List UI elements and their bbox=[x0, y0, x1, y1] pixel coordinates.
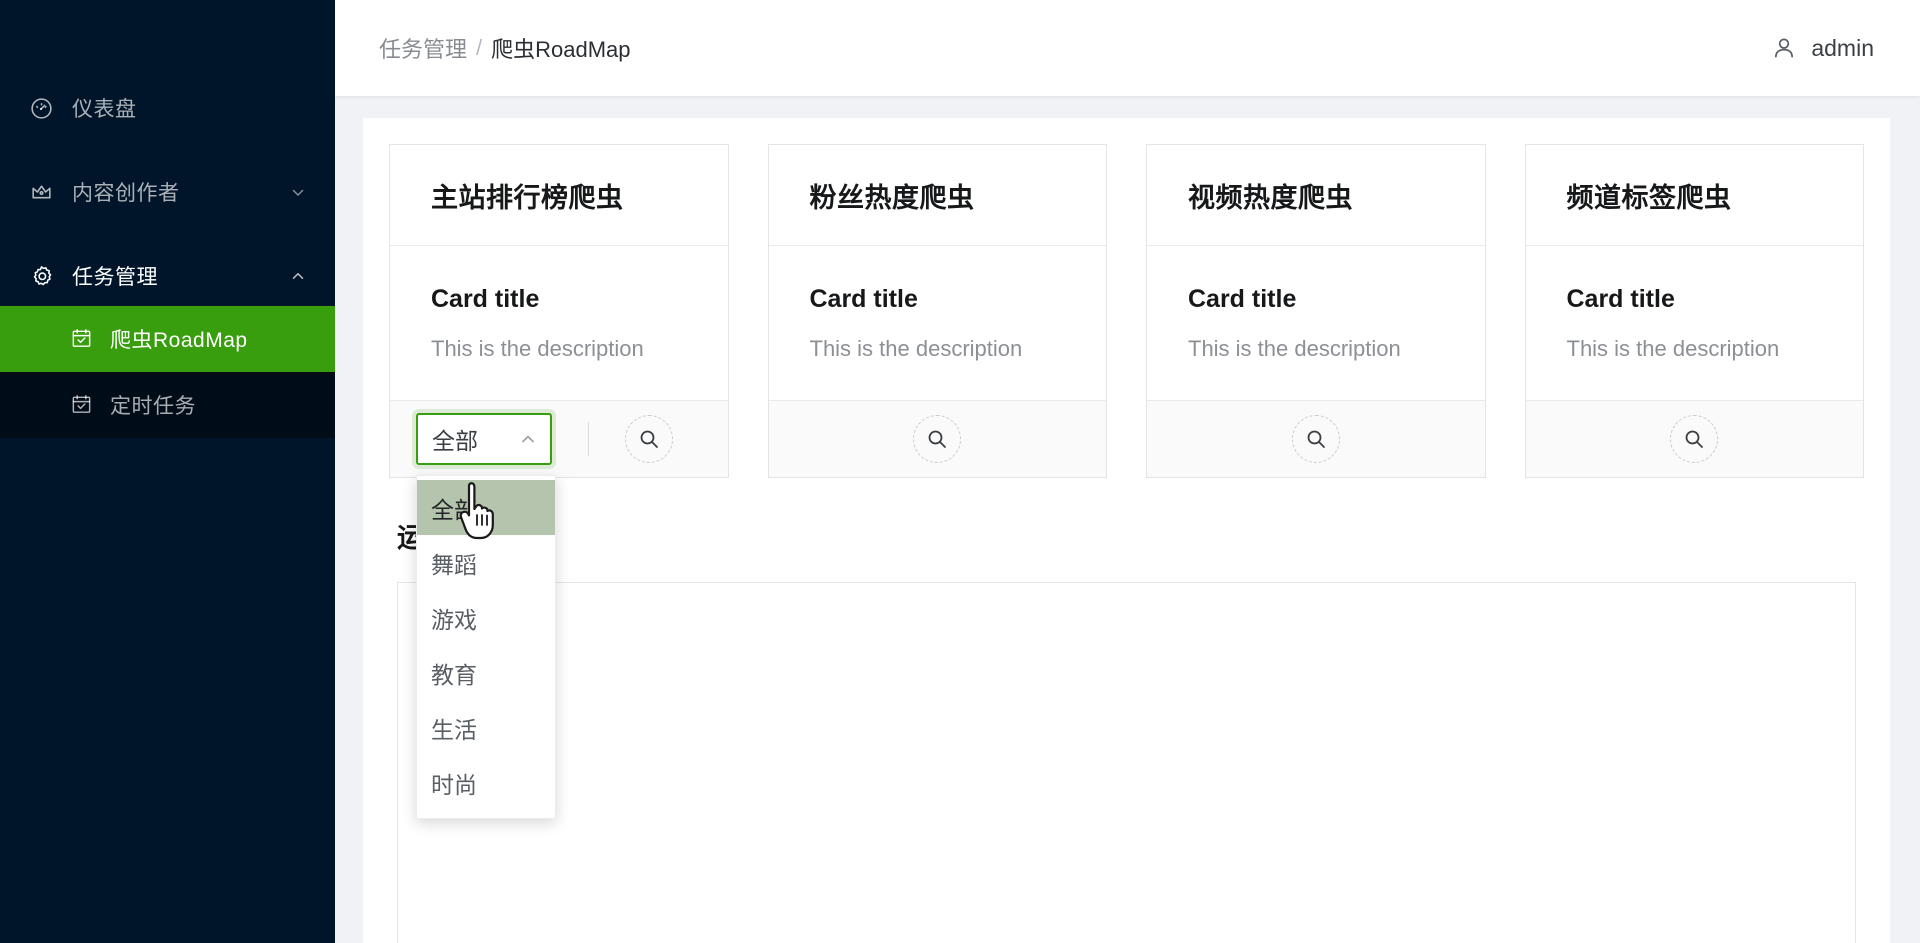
category-select-wrap: 全部 全部 舞蹈 游戏 教育 生活 时尚 bbox=[416, 413, 556, 819]
content-region: 主站排行榜爬虫 Card title This is the descripti… bbox=[335, 96, 1920, 943]
sidebar: 仪表盘 内容创作者 任务管理 爬虫RoadMap 定时任务 bbox=[0, 0, 335, 943]
sidebar-submenu-task-management: 爬虫RoadMap 定时任务 bbox=[0, 306, 335, 438]
sidebar-item-content-creator[interactable]: 内容创作者 bbox=[0, 162, 335, 222]
sidebar-item-crawler-roadmap[interactable]: 爬虫RoadMap bbox=[0, 306, 335, 372]
card-actions bbox=[1147, 401, 1485, 477]
category-select-value: 全部 bbox=[432, 428, 478, 454]
card-description: This is the description bbox=[1566, 336, 1780, 361]
card-header: 主站排行榜爬虫 bbox=[390, 145, 728, 246]
card-description: This is the description bbox=[809, 336, 1023, 361]
sidebar-item-label: 任务管理 bbox=[72, 266, 158, 289]
card-actions: 全部 全部 舞蹈 游戏 教育 生活 时尚 bbox=[390, 401, 728, 819]
card-fan-heat: 粉丝热度爬虫 Card title This is the descriptio… bbox=[767, 144, 1107, 478]
dashboard-icon bbox=[28, 95, 54, 121]
dropdown-option-life[interactable]: 生活 bbox=[417, 700, 555, 755]
dropdown-option-fashion[interactable]: 时尚 bbox=[417, 755, 555, 810]
action-divider bbox=[588, 422, 589, 456]
breadcrumb-parent[interactable]: 任务管理 bbox=[379, 32, 467, 64]
card-crawler-ranking: 主站排行榜爬虫 Card title This is the descripti… bbox=[389, 144, 729, 819]
search-button[interactable] bbox=[1670, 415, 1719, 463]
app-root: 仪表盘 内容创作者 任务管理 爬虫RoadMap 定时任务 任务管理 / 爬虫R… bbox=[0, 0, 1920, 943]
user-name: admin bbox=[1811, 34, 1874, 61]
card-video-heat: 视频热度爬虫 Card title This is the descriptio… bbox=[1146, 144, 1486, 478]
search-button[interactable] bbox=[1291, 415, 1340, 463]
content-panel: 主站排行榜爬虫 Card title This is the descripti… bbox=[363, 118, 1890, 943]
sidebar-item-task-management[interactable]: 任务管理 bbox=[0, 246, 335, 306]
card-title: Card title bbox=[1188, 285, 1297, 313]
card-title: Card title bbox=[1566, 285, 1675, 313]
sidebar-subitem-label: 爬虫RoadMap bbox=[110, 329, 248, 352]
sidebar-item-scheduled-tasks[interactable]: 定时任务 bbox=[0, 372, 335, 438]
search-button[interactable] bbox=[625, 415, 673, 463]
search-button[interactable] bbox=[913, 415, 962, 463]
card-description: This is the description bbox=[1188, 336, 1401, 361]
gear-icon bbox=[28, 263, 54, 289]
card-channel-tag: 频道标签爬虫 Card title This is the descriptio… bbox=[1524, 144, 1864, 478]
card-body: Card title This is the description bbox=[1147, 246, 1485, 401]
breadcrumb: 任务管理 / 爬虫RoadMap bbox=[379, 32, 631, 64]
sidebar-item-label: 内容创作者 bbox=[72, 182, 180, 205]
main-area: 任务管理 / 爬虫RoadMap admin 主站排行榜爬虫 Card titl… bbox=[335, 0, 1920, 943]
chevron-down-icon[interactable] bbox=[289, 183, 307, 201]
card-header: 频道标签爬虫 bbox=[1525, 145, 1863, 246]
chevron-up-icon[interactable] bbox=[518, 429, 538, 449]
search-icon bbox=[1682, 427, 1706, 451]
chevron-up-icon[interactable] bbox=[289, 267, 307, 285]
category-select[interactable]: 全部 bbox=[416, 413, 552, 465]
search-icon bbox=[1304, 427, 1328, 451]
section-title: 运 bbox=[397, 523, 425, 553]
sidebar-subitem-label: 定时任务 bbox=[110, 395, 196, 418]
search-icon bbox=[925, 427, 949, 451]
card-description: This is the description bbox=[431, 336, 644, 361]
sidebar-item-dashboard[interactable]: 仪表盘 bbox=[0, 78, 335, 138]
user-menu[interactable]: admin bbox=[1771, 35, 1886, 62]
card-actions bbox=[1525, 401, 1863, 477]
calendar-check-icon bbox=[70, 393, 94, 417]
user-icon bbox=[1771, 35, 1797, 61]
crown-icon bbox=[28, 179, 54, 205]
dropdown-option-education[interactable]: 教育 bbox=[417, 645, 555, 700]
card-row: 主站排行榜爬虫 Card title This is the descripti… bbox=[389, 144, 1864, 819]
breadcrumb-current: 爬虫RoadMap bbox=[491, 37, 631, 62]
category-dropdown: 全部 舞蹈 游戏 教育 生活 时尚 bbox=[416, 475, 556, 819]
card-header: 视频热度爬虫 bbox=[1147, 145, 1485, 246]
dropdown-option-game[interactable]: 游戏 bbox=[417, 590, 555, 645]
card-body: Card title This is the description bbox=[768, 246, 1106, 401]
sidebar-item-label: 仪表盘 bbox=[72, 98, 137, 121]
card-header: 粉丝热度爬虫 bbox=[768, 145, 1106, 246]
dropdown-option-dance[interactable]: 舞蹈 bbox=[417, 535, 555, 590]
card-actions bbox=[768, 401, 1106, 477]
card-title: Card title bbox=[431, 285, 540, 313]
search-icon bbox=[637, 427, 661, 451]
card-body: Card title This is the description bbox=[390, 246, 728, 401]
top-bar: 任务管理 / 爬虫RoadMap admin bbox=[335, 0, 1920, 96]
card-title: Card title bbox=[809, 285, 918, 313]
breadcrumb-separator: / bbox=[476, 35, 483, 60]
card-body: Card title This is the description bbox=[1525, 246, 1863, 401]
dropdown-option-all[interactable]: 全部 bbox=[417, 480, 555, 535]
calendar-check-icon bbox=[70, 327, 94, 351]
lower-content-box bbox=[397, 582, 1856, 943]
